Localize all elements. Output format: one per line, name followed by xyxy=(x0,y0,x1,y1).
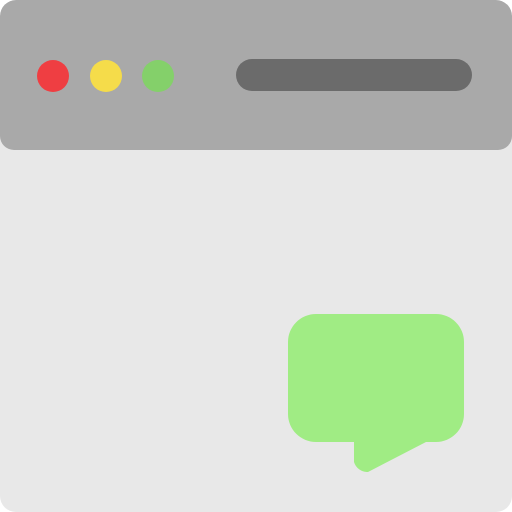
speech-bubble-icon[interactable] xyxy=(288,314,464,472)
speech-bubble-shape xyxy=(288,314,464,472)
title-bar xyxy=(0,0,512,150)
browser-window xyxy=(0,0,512,512)
maximize-window-button[interactable] xyxy=(142,60,174,92)
address-bar[interactable] xyxy=(236,59,472,91)
close-window-button[interactable] xyxy=(37,60,69,92)
minimize-window-button[interactable] xyxy=(90,60,122,92)
